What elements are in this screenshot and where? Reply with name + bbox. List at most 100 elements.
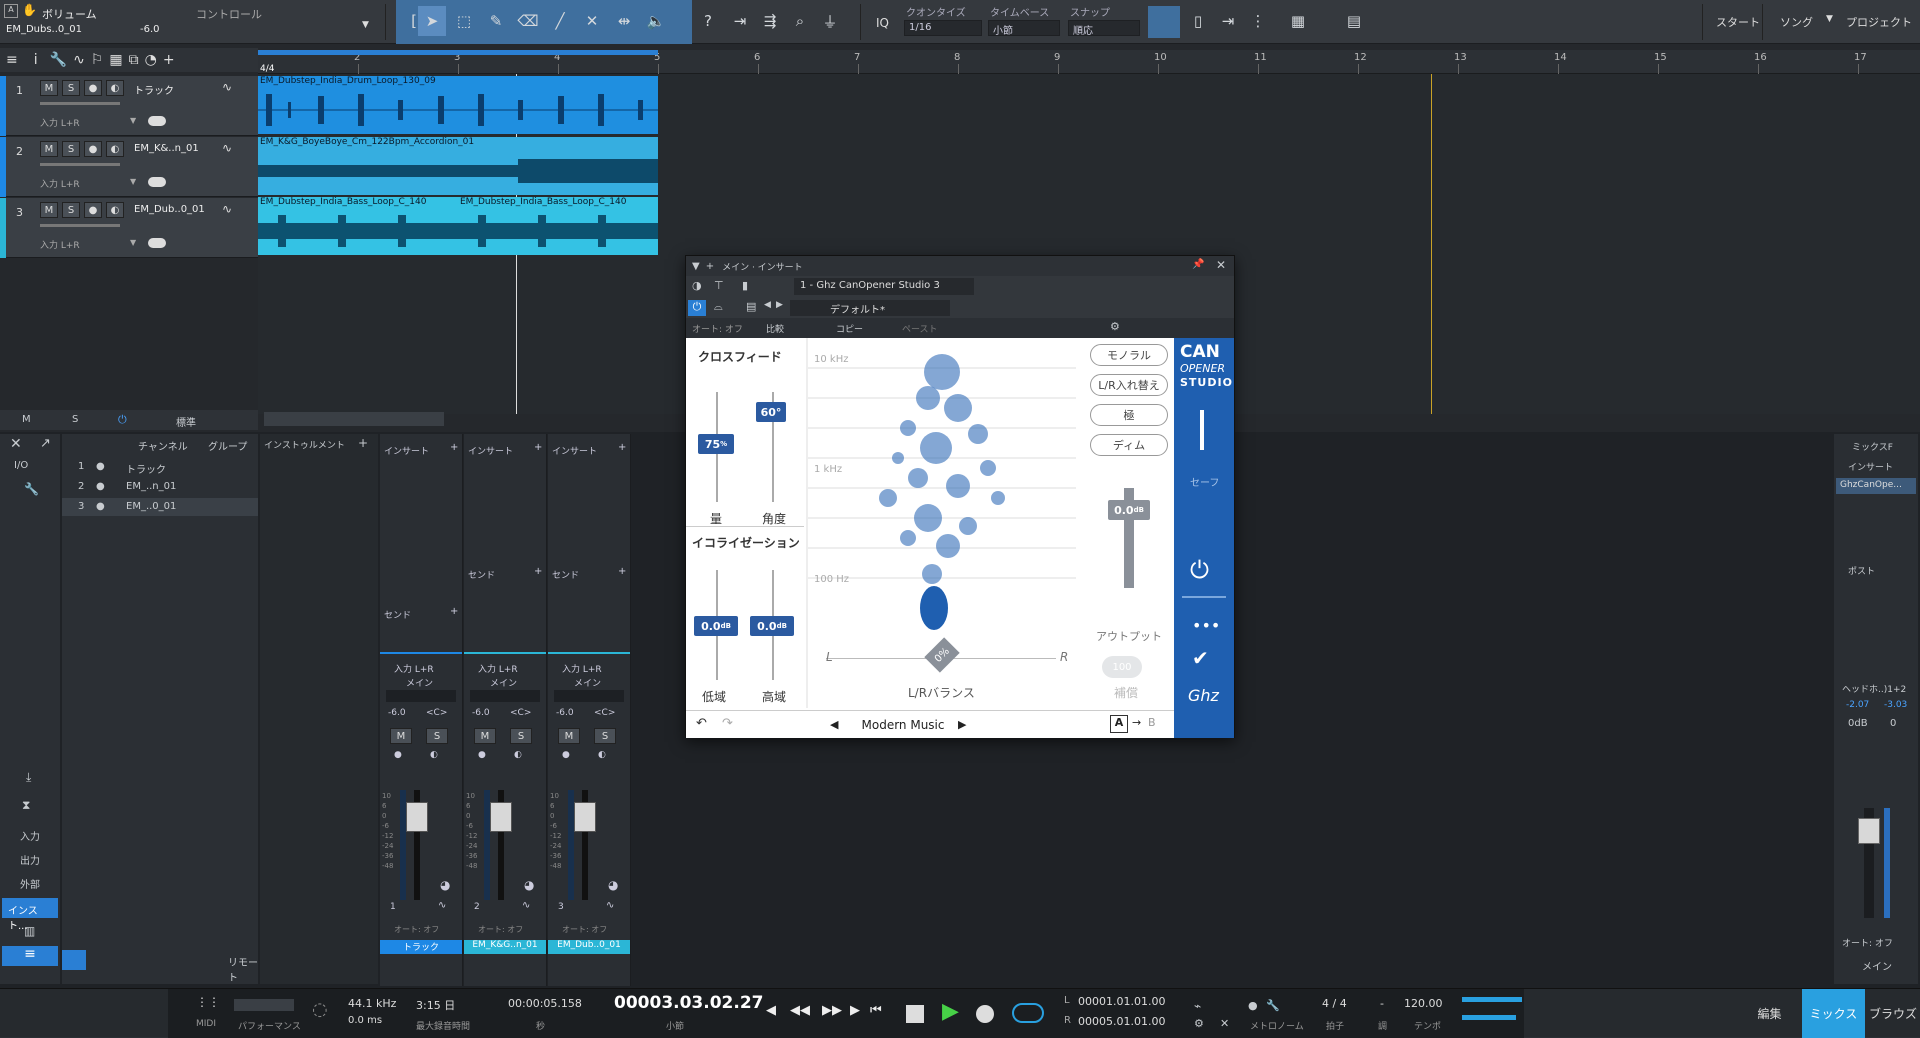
monitor-button[interactable]: ◐ — [106, 80, 124, 96]
add-send-icon[interactable]: + — [450, 606, 458, 617]
record-icon[interactable]: ● — [478, 750, 486, 760]
waveform-icon[interactable]: ∿ — [222, 141, 232, 155]
range-tool-icon[interactable]: ⬚ — [450, 6, 478, 36]
mute-tool-icon[interactable]: ✕ — [578, 6, 606, 36]
loop-range[interactable] — [258, 50, 658, 55]
bars-time[interactable]: 00003.03.02.27 — [614, 993, 764, 1013]
auto-label[interactable]: オート: オフ — [478, 924, 523, 935]
pin-icon[interactable]: 📌 — [1192, 259, 1204, 270]
a-icon[interactable]: A — [4, 4, 18, 18]
horizontal-scrollbar[interactable] — [264, 412, 444, 426]
toggle[interactable] — [148, 177, 166, 187]
angle-value[interactable]: 60° — [756, 402, 786, 422]
input-select[interactable]: 入力 L+R — [40, 238, 80, 251]
pan-value[interactable]: <C> — [594, 708, 615, 718]
output-select[interactable]: メイン — [490, 676, 517, 689]
collapse-icon[interactable]: ▼ — [692, 261, 700, 272]
routing-icon[interactable]: ⊤ — [714, 279, 724, 292]
prev-marker-icon[interactable]: ◀ — [766, 1003, 776, 1018]
pan-slider[interactable] — [554, 690, 624, 702]
solo-button[interactable]: S — [62, 202, 80, 218]
record-arm-button[interactable]: ● — [84, 141, 102, 157]
add-send-icon[interactable]: + — [534, 566, 542, 577]
pin-icon[interactable]: ↗ — [40, 436, 51, 451]
more-icon[interactable]: ••• — [1192, 616, 1220, 635]
param-value[interactable]: -6.0 — [140, 24, 160, 35]
signature[interactable]: 4 / 4 — [1322, 997, 1347, 1010]
input-select[interactable]: 入力 L+R — [40, 116, 80, 129]
follow-icon[interactable]: ⇶ — [756, 6, 784, 36]
swap-button[interactable]: L/R入れ替え — [1090, 374, 1168, 396]
auto-label[interactable]: オート: オフ — [394, 924, 439, 935]
mix-fx-label[interactable]: ミックスF — [1852, 440, 1893, 453]
wrench-icon[interactable]: 🔧 — [50, 52, 67, 68]
clip[interactable]: EM_Dubstep_India_Drum_Loop_130_09 — [258, 76, 658, 134]
power-icon[interactable]: ⏻ — [688, 300, 706, 316]
track-name[interactable]: EM_K&..n_01 — [134, 143, 199, 154]
volume-value[interactable]: -6.0 — [472, 708, 490, 718]
insert-label[interactable]: インサート — [468, 444, 513, 457]
record-icon[interactable]: ● — [562, 750, 570, 760]
paint-tool-icon[interactable]: ╱ — [546, 6, 574, 36]
input-select[interactable]: 入力 L+R — [40, 177, 80, 190]
add-icon[interactable]: + — [706, 261, 714, 272]
visible-dot-icon[interactable]: ● — [96, 481, 105, 492]
io-button[interactable]: I/O — [14, 460, 28, 471]
channel-label[interactable]: EM_K&G..n_01 — [464, 940, 546, 954]
headphone-label[interactable]: ヘッドホ..)1+2 — [1842, 682, 1906, 695]
tab-browse[interactable]: ブラウズ — [1866, 989, 1920, 1038]
send-label[interactable]: センド — [468, 568, 495, 581]
song-dropdown-icon[interactable]: ▼ — [1826, 14, 1833, 24]
ab-b-button[interactable]: B — [1148, 716, 1156, 729]
record-arm-button[interactable]: ● — [84, 202, 102, 218]
pan-slider[interactable] — [470, 690, 540, 702]
monitor-button[interactable]: ◐ — [106, 202, 124, 218]
add-instrument-icon[interactable]: + — [358, 436, 368, 450]
send-label[interactable]: センド — [384, 608, 411, 621]
mute-button[interactable]: M — [390, 728, 412, 744]
automation-icon[interactable]: ∿ — [73, 52, 85, 68]
balance-knob[interactable]: 0% — [924, 637, 960, 673]
track-name[interactable]: トラック — [134, 82, 174, 97]
wave-icon[interactable] — [62, 950, 86, 970]
mute-button[interactable]: M — [558, 728, 580, 744]
ab-a-button[interactable]: A — [1110, 715, 1128, 733]
output-select[interactable]: メイン — [574, 676, 601, 689]
plugin-slot[interactable]: GhzCanOpe... — [1836, 478, 1916, 494]
high-value[interactable]: 0.0 dB — [750, 616, 794, 636]
mute-button[interactable]: M — [40, 80, 58, 96]
preset-select[interactable]: デフォルト* — [790, 300, 950, 316]
paste-button[interactable]: ペースト — [902, 322, 938, 335]
auto-label[interactable]: オート: オフ — [692, 322, 743, 335]
tab-edit[interactable]: 編集 — [1738, 989, 1801, 1038]
zoom-icon[interactable]: ⌕ — [786, 6, 814, 36]
preset-name[interactable]: Modern Music — [850, 718, 956, 732]
tempo[interactable]: 120.00 — [1404, 997, 1443, 1010]
preset-icon[interactable]: ◑ — [692, 279, 702, 292]
volume-value[interactable]: -6.0 — [556, 708, 574, 718]
footer-s-button[interactable]: S — [72, 414, 78, 425]
dim-button[interactable]: ディム — [1090, 434, 1168, 456]
monitor-button[interactable]: ◐ — [106, 141, 124, 157]
mono-button[interactable]: モノラル — [1090, 344, 1168, 366]
insert-label[interactable]: インサート — [552, 444, 597, 457]
preset-prev-icon[interactable]: ◀ — [830, 718, 838, 731]
record-arm-button[interactable]: ● — [84, 80, 102, 96]
monitor-icon[interactable]: ◐ — [430, 750, 438, 760]
volume-slider[interactable] — [40, 102, 120, 105]
solo-button[interactable]: S — [62, 80, 80, 96]
monitor-icon[interactable]: ◐ — [514, 750, 522, 760]
prev-icon[interactable]: ◀ — [764, 300, 771, 310]
wrench-icon[interactable]: 🔧 — [24, 482, 39, 496]
song-tab[interactable]: ソング — [1780, 14, 1813, 30]
auto-label[interactable]: オート: オフ — [562, 924, 607, 935]
compare-button[interactable]: 比較 — [766, 322, 784, 335]
add-track-icon[interactable]: + — [163, 52, 175, 68]
grid-options-icon[interactable]: ▦ — [1284, 6, 1312, 36]
track-header[interactable]: 3 M S ● ◐ EM_Dub..0_01 ∿ 入力 L+R ▼ — [0, 198, 258, 258]
nav-instrument[interactable]: インスト... — [2, 898, 58, 932]
next-marker-icon[interactable]: ▶ — [850, 1003, 860, 1018]
help-icon[interactable]: ? — [694, 6, 722, 36]
add-insert-icon[interactable]: + — [618, 442, 626, 453]
collapse-icon[interactable]: ⧗ — [22, 798, 30, 813]
